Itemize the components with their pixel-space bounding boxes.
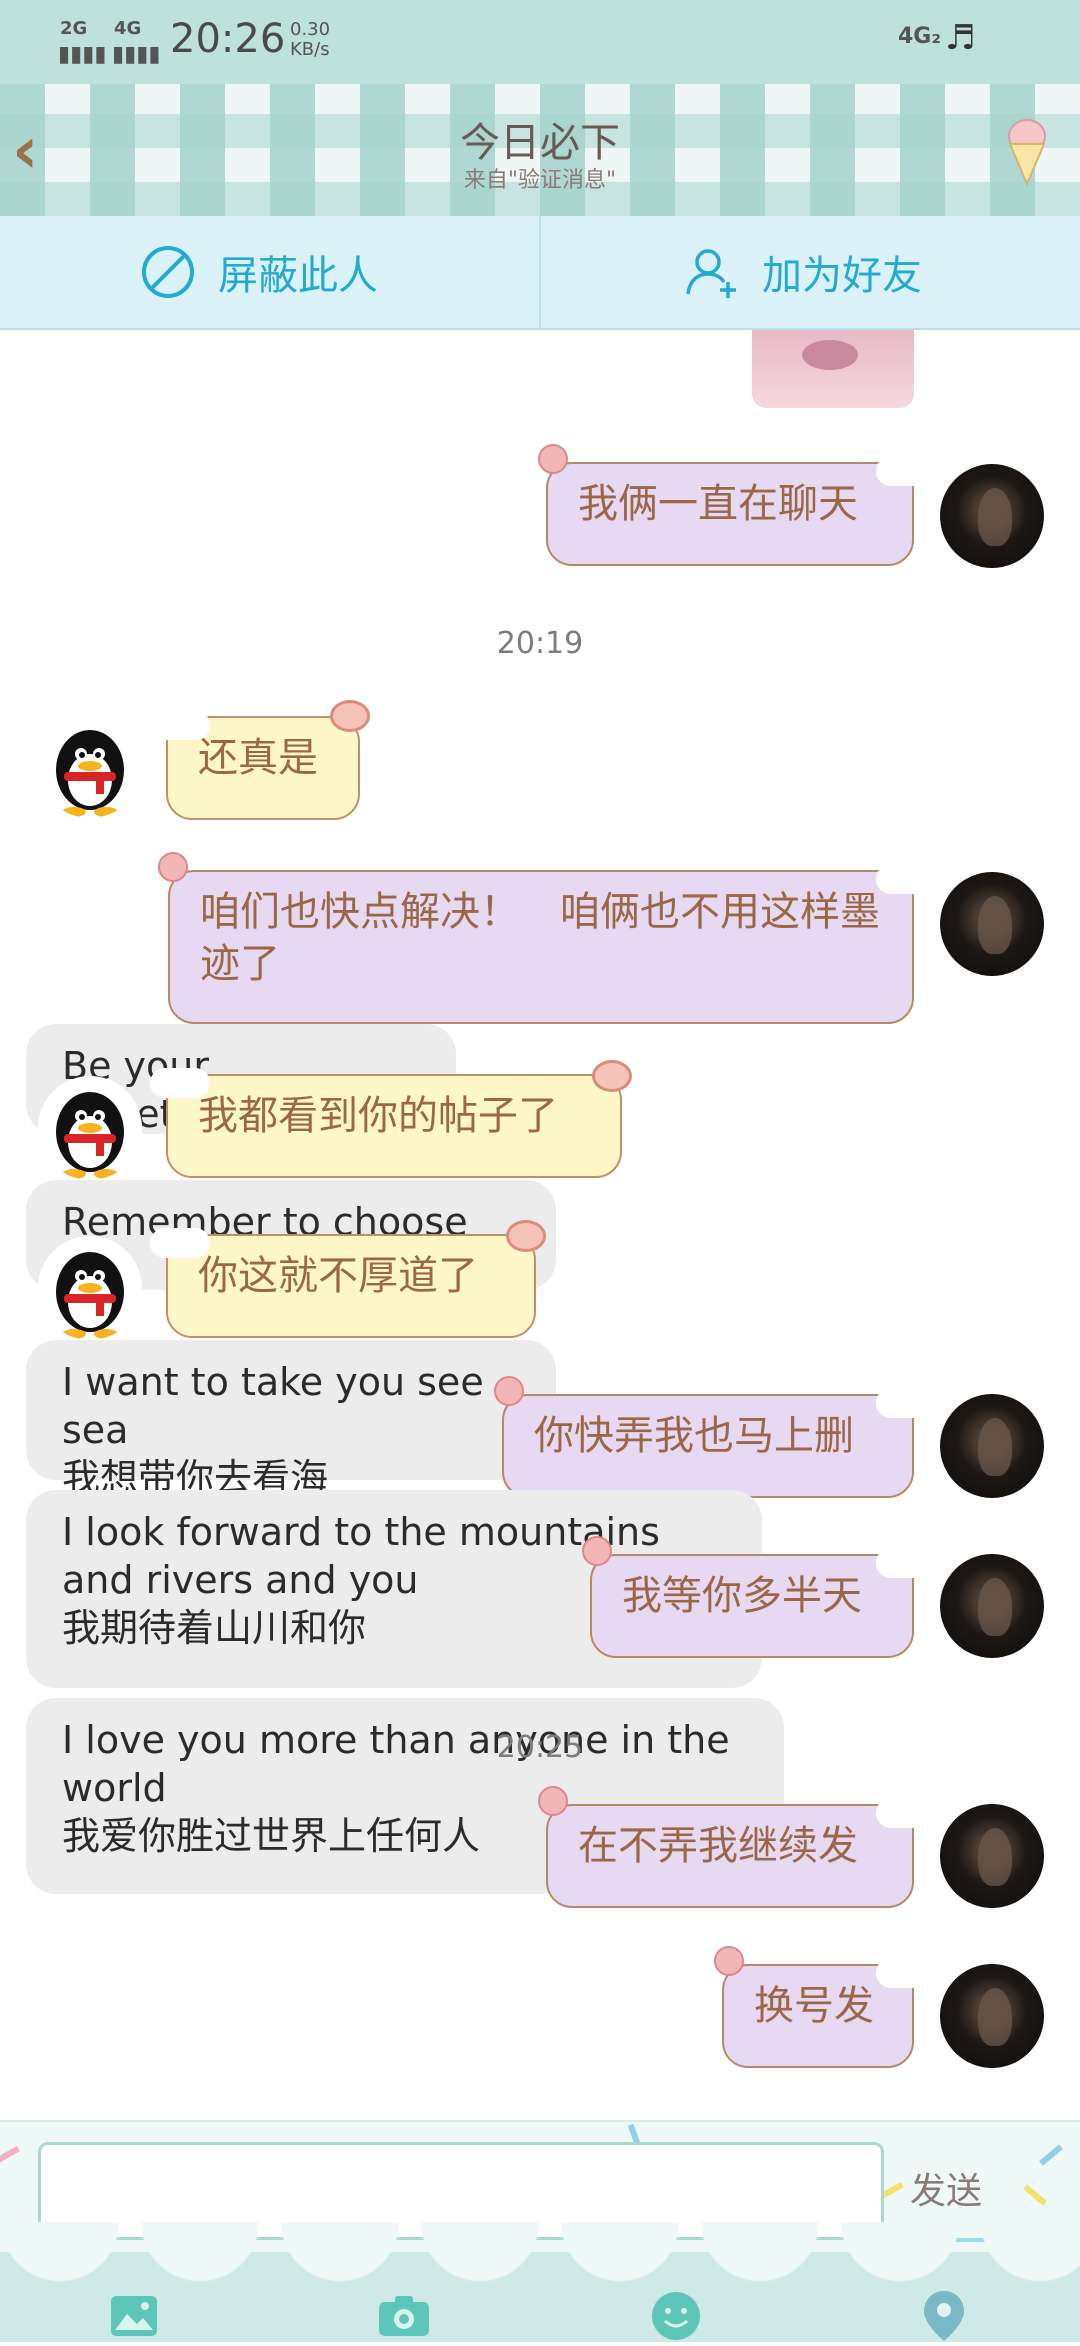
signal-2g-indicator: 2G bbox=[60, 18, 88, 39]
cloud-decoration bbox=[876, 1548, 936, 1578]
network-type: 4G₂ bbox=[898, 24, 942, 49]
action-divider bbox=[539, 216, 541, 328]
message-text: 换号发 bbox=[754, 1983, 874, 2029]
message-text: 在不弄我继续发 bbox=[578, 1823, 858, 1869]
timestamp: 20:19 bbox=[496, 626, 584, 661]
stranger-action-bar: 屏蔽此人 加为好友 bbox=[0, 216, 1080, 330]
network-speed: 0.30 KB/s bbox=[290, 20, 330, 60]
add-friend-label: 加为好友 bbox=[762, 253, 922, 299]
camera-icon[interactable] bbox=[374, 2286, 434, 2346]
status-bar: 2G ▮▮▮▮ 4G ▮▮▮▮ 20:26 0.30 KB/s 4G₂ ♬ bbox=[0, 0, 1080, 84]
penguin-icon bbox=[56, 730, 124, 817]
peach-decoration bbox=[158, 852, 188, 882]
emoji-icon[interactable] bbox=[646, 2286, 706, 2346]
block-icon bbox=[140, 244, 196, 300]
confetti-decoration bbox=[0, 2145, 20, 2165]
message-text: 我等你多半天 bbox=[622, 1573, 862, 1619]
avatar-self[interactable] bbox=[940, 1804, 1044, 1908]
card-text-en: I want to take you see sea bbox=[62, 1360, 484, 1452]
music-note-icon: ♬ bbox=[945, 18, 976, 58]
image-message-thumbnail[interactable] bbox=[752, 330, 914, 408]
block-user-label: 屏蔽此人 bbox=[218, 253, 378, 299]
add-friend-icon bbox=[684, 244, 740, 300]
donut-decoration bbox=[330, 700, 370, 732]
confetti-decoration bbox=[1039, 2144, 1063, 2166]
avatar-self[interactable] bbox=[940, 1964, 1044, 2068]
avatar-self[interactable] bbox=[940, 872, 1044, 976]
message-bubble-outgoing[interactable]: 在不弄我继续发 bbox=[546, 1804, 914, 1908]
block-user-button[interactable]: 屏蔽此人 bbox=[140, 216, 378, 328]
page-title: 今日必下 bbox=[460, 120, 620, 166]
message-text: 还真是 bbox=[198, 735, 318, 781]
avatar-self[interactable] bbox=[940, 464, 1044, 568]
message-bubble-outgoing[interactable]: 我俩一直在聊天 bbox=[546, 462, 914, 566]
clock-time: 20:26 bbox=[170, 16, 286, 62]
cloud-decoration bbox=[876, 1958, 936, 1988]
penguin-icon bbox=[56, 1252, 124, 1339]
confetti-decoration bbox=[1023, 2184, 1047, 2206]
page-subtitle: 来自"验证消息" bbox=[463, 168, 617, 193]
avatar-qq-penguin[interactable] bbox=[38, 1236, 142, 1340]
cloud-decoration bbox=[876, 864, 936, 894]
cloud-decoration bbox=[876, 1388, 936, 1418]
add-friend-button[interactable]: 加为好友 bbox=[684, 216, 922, 328]
message-text: 你快弄我也马上删 bbox=[534, 1413, 854, 1459]
send-button[interactable]: 发送 bbox=[910, 2162, 982, 2214]
cloud-decoration bbox=[150, 710, 210, 740]
peach-decoration bbox=[538, 1786, 568, 1816]
speed-value: 0.30 bbox=[290, 19, 331, 40]
timestamp: 20:25 bbox=[496, 1730, 584, 1765]
message-bubble-incoming[interactable]: 你这就不厚道了 bbox=[166, 1234, 536, 1338]
penguin-icon bbox=[56, 1092, 124, 1179]
image-icon[interactable] bbox=[104, 2286, 164, 2346]
message-text: 我俩一直在聊天 bbox=[578, 481, 858, 527]
message-bubble-incoming[interactable]: 我都看到你的帖子了 bbox=[166, 1074, 622, 1178]
message-bubble-outgoing[interactable]: 你快弄我也马上删 bbox=[502, 1394, 914, 1498]
donut-decoration bbox=[592, 1060, 632, 1092]
avatar-qq-penguin[interactable] bbox=[38, 714, 142, 818]
sticker-card[interactable]: I want to take you see sea 我想带你去看海 bbox=[26, 1340, 556, 1500]
message-text: 我都看到你的帖子了 bbox=[198, 1093, 558, 1139]
cloud-decoration bbox=[150, 1228, 210, 1258]
peach-decoration bbox=[714, 1946, 744, 1976]
donut-decoration bbox=[506, 1220, 546, 1252]
message-bubble-outgoing[interactable]: 咱们也快点解决！ 咱俩也不用这样墨迹了 bbox=[168, 870, 914, 1024]
chat-area[interactable]: 我俩一直在聊天 20:19 还真是 咱们也快点解决！ 咱俩也不用这样墨迹了 Be… bbox=[0, 330, 1080, 2120]
signal-4g-indicator: 4G bbox=[114, 18, 142, 39]
message-text: 你这就不厚道了 bbox=[198, 1253, 478, 1299]
message-bubble-outgoing[interactable]: 我等你多半天 bbox=[590, 1554, 914, 1658]
chat-header: ‹ 今日必下 来自"验证消息" bbox=[0, 84, 1080, 216]
location-icon[interactable] bbox=[914, 2286, 974, 2346]
input-bar: 发送 bbox=[0, 2120, 1080, 2342]
message-text: 咱们也快点解决！ 咱俩也不用这样墨迹了 bbox=[200, 889, 880, 987]
avatar-self[interactable] bbox=[940, 1394, 1044, 1498]
speed-unit: KB/s bbox=[290, 39, 330, 60]
avatar-qq-penguin[interactable] bbox=[38, 1076, 142, 1180]
ice-cream-icon[interactable] bbox=[1006, 116, 1048, 186]
signal-bars-icon-2: ▮▮▮▮ bbox=[112, 42, 161, 67]
peach-decoration bbox=[538, 444, 568, 474]
cloud-decoration bbox=[876, 456, 936, 486]
peach-decoration bbox=[494, 1376, 524, 1406]
signal-bars-icon: ▮▮▮▮ bbox=[58, 42, 107, 67]
avatar-self[interactable] bbox=[940, 1554, 1044, 1658]
cloud-decoration bbox=[150, 1068, 210, 1098]
peach-decoration bbox=[582, 1536, 612, 1566]
cloud-decoration bbox=[876, 1798, 936, 1828]
